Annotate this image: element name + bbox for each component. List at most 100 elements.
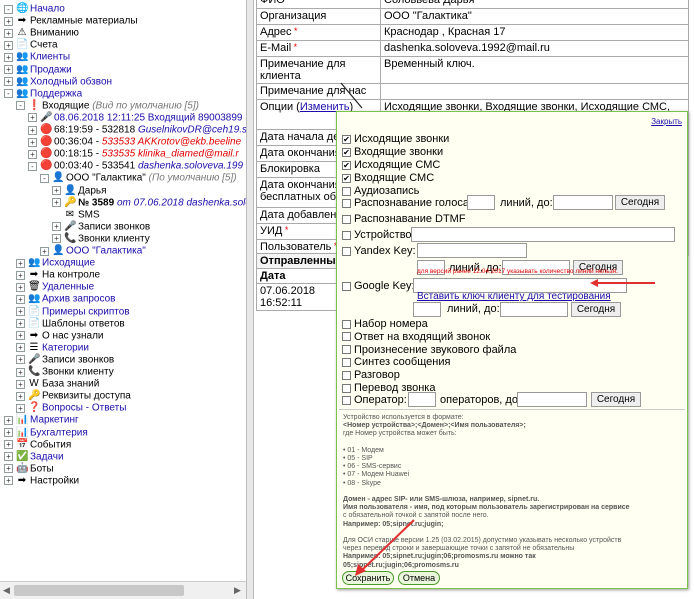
operator-today-button[interactable]: Сегодня [591, 392, 641, 407]
expand-toggle-icon[interactable]: + [4, 415, 13, 425]
tree-item-label[interactable]: Категории [42, 342, 89, 353]
expand-toggle-icon[interactable]: + [4, 476, 13, 486]
option-checkbox[interactable]: ✔ [342, 134, 351, 144]
expand-toggle-icon[interactable]: + [40, 246, 49, 256]
expand-toggle-icon[interactable]: + [16, 307, 25, 316]
tree-item[interactable]: - 👥 Поддержка [4, 88, 82, 100]
tree-item[interactable]: + ☰ Категории [16, 342, 89, 354]
tree-item-label[interactable]: Архив запросов [42, 294, 115, 305]
tree-item-label[interactable]: Задачи [30, 451, 64, 462]
expand-toggle-icon[interactable]: + [4, 65, 13, 74]
tree-item[interactable]: + 👥 Исходящие [16, 257, 95, 269]
expand-toggle-icon[interactable]: + [52, 234, 61, 244]
tree-item[interactable]: + 👥 Холодный обзвон [4, 76, 112, 88]
yandex-key-input[interactable] [417, 243, 527, 258]
tree-item[interactable]: + 🔴 68:19:59 - 532818 GuselnikovDR@ceh19.s [28, 124, 246, 136]
tree-item[interactable]: + 🗑Удаленные [16, 281, 94, 293]
tree-item-label[interactable]: Клиенты [30, 52, 70, 63]
option-checkbox[interactable] [342, 357, 351, 367]
expand-toggle-icon[interactable]: + [28, 137, 37, 147]
option-checkbox[interactable]: ✔ [342, 173, 351, 183]
tree-item[interactable]: + 📞 Звонки клиенту [52, 233, 150, 245]
dtmf-checkbox[interactable] [342, 214, 351, 224]
tree-item-label[interactable]: 00:18:15 - [54, 149, 102, 160]
tree-item[interactable]: + ➡ На контроле [16, 269, 100, 281]
expand-toggle-icon[interactable]: + [16, 391, 25, 401]
tree-item-label[interactable]: Счета [30, 40, 58, 51]
tree-item-label[interactable]: Звонки клиенту [42, 367, 114, 378]
tree-item[interactable]: ✉ SMS [52, 209, 100, 221]
tree-item-label[interactable]: Звонки клиенту [78, 234, 150, 245]
tree-item-label[interactable]: Примеры скриптов [42, 306, 130, 317]
tree-item[interactable]: + 🔑 № 3589 от 07.06.2018 dashenka.solo [52, 197, 246, 209]
tree-item[interactable]: + W База знаний [16, 378, 99, 390]
tree-item[interactable]: - 👤 ООО "Галактика" (По умолчанию [5]) [40, 172, 237, 184]
tree-item[interactable]: + 📄 Примеры скриптов [16, 306, 130, 318]
tree-item[interactable]: + ➡ Настройки [4, 475, 79, 487]
close-link[interactable]: Закрыть [651, 117, 682, 126]
expand-toggle-icon[interactable]: - [4, 89, 13, 99]
scrollbar-thumb[interactable] [14, 585, 184, 596]
expand-toggle-icon[interactable]: + [4, 452, 13, 462]
voice-today-button[interactable]: Сегодня [615, 195, 665, 210]
tree-item-label[interactable]: 08.06.2018 12:11:25 Входящий 89003899 [54, 113, 243, 124]
expand-toggle-icon[interactable]: + [4, 40, 13, 50]
tree-item[interactable]: + ❓ Вопросы - Ответы [16, 402, 126, 414]
expand-toggle-icon[interactable]: + [28, 149, 37, 159]
tree-item-label[interactable]: 00:03:40 - 533541 [54, 161, 138, 172]
expand-toggle-icon[interactable]: + [28, 113, 37, 123]
voice-lines-input[interactable] [467, 195, 495, 210]
expand-toggle-icon[interactable]: - [40, 173, 49, 183]
tree-item-label[interactable]: ООО "Галактика" [66, 246, 146, 257]
tree-item[interactable]: + 🔴 00:18:15 - 533535 klinika_diamed@mail.… [28, 148, 239, 160]
tree-item-label[interactable]: SMS [78, 209, 100, 220]
splitter[interactable] [246, 0, 254, 599]
tree-item[interactable]: + 👥 Продажи [4, 64, 72, 76]
tree-item[interactable]: + ➡ О нас узнали [16, 330, 104, 342]
device-input[interactable] [411, 227, 675, 242]
tree-item-label[interactable]: Входящие [42, 100, 89, 111]
expand-toggle-icon[interactable]: + [16, 294, 25, 304]
scroll-left-icon[interactable]: ◀ [3, 585, 10, 596]
tree-item-label[interactable]: Исходящие [42, 258, 95, 269]
tree-item-label[interactable]: Реквизиты доступа [42, 391, 131, 402]
expand-toggle-icon[interactable]: + [16, 367, 25, 377]
option-checkbox[interactable]: ✔ [342, 160, 351, 170]
google-lines-input[interactable] [413, 302, 441, 317]
operator-count-input[interactable] [408, 392, 436, 407]
tree-item[interactable]: + 👤 Дарья [52, 185, 107, 197]
tree-item-label[interactable]: База знаний [42, 379, 99, 390]
tree-item-label[interactable]: Вопросы - Ответы [42, 403, 126, 414]
tree-item-label[interactable]: События [30, 439, 71, 450]
expand-toggle-icon[interactable]: + [4, 16, 13, 26]
yandex-checkbox[interactable] [342, 246, 351, 256]
tree-item[interactable]: + ⚠ Вниманию [4, 27, 79, 39]
expand-toggle-icon[interactable]: - [28, 161, 37, 171]
expand-toggle-icon[interactable]: + [52, 222, 61, 232]
operator-checkbox[interactable] [342, 395, 351, 405]
expand-toggle-icon[interactable]: + [16, 403, 25, 413]
field-value[interactable]: ООО "Галактика" [380, 8, 689, 25]
tree-item-label[interactable]: Поддержка [30, 88, 82, 99]
tree-item[interactable]: + 🎤 08.06.2018 12:11:25 Входящий 89003899 [28, 112, 243, 124]
tree-item-label[interactable]: Продажи [30, 64, 72, 75]
tree-item[interactable]: - ❗ Входящие (Вид по умолчанию [5]) [16, 100, 199, 112]
expand-toggle-icon[interactable]: + [4, 52, 13, 62]
tree-item[interactable]: - 🌐 Начало [4, 3, 65, 15]
tree-item[interactable]: + 🔴 00:36:04 - 533533 AKKrotov@ekb.beeline [28, 136, 241, 148]
tree-item[interactable]: + 📄 Шаблоны ответов [16, 318, 125, 330]
tree-item-label[interactable]: Холодный обзвон [30, 76, 112, 87]
tree-item-label[interactable]: Шаблоны ответов [42, 318, 125, 329]
google-today-button[interactable]: Сегодня [571, 302, 621, 317]
expand-toggle-icon[interactable]: + [4, 440, 13, 450]
tree-item-label[interactable]: Маркетинг [30, 415, 79, 426]
expand-toggle-icon[interactable]: + [16, 282, 25, 292]
operator-date-input[interactable] [517, 392, 587, 407]
expand-toggle-icon[interactable]: + [52, 186, 61, 195]
voice-checkbox[interactable] [342, 198, 351, 208]
tree-item[interactable]: + 📊 Маркетинг [4, 414, 79, 426]
tree-item[interactable]: + 📅 События [4, 439, 71, 451]
tree-item[interactable]: - 🔴 00:03:40 - 533541 dashenka.soloveva.19… [28, 160, 243, 172]
tree-item-label[interactable]: Бухгалтерия [30, 427, 88, 438]
tree-item[interactable]: + ✅ Задачи [4, 451, 64, 463]
